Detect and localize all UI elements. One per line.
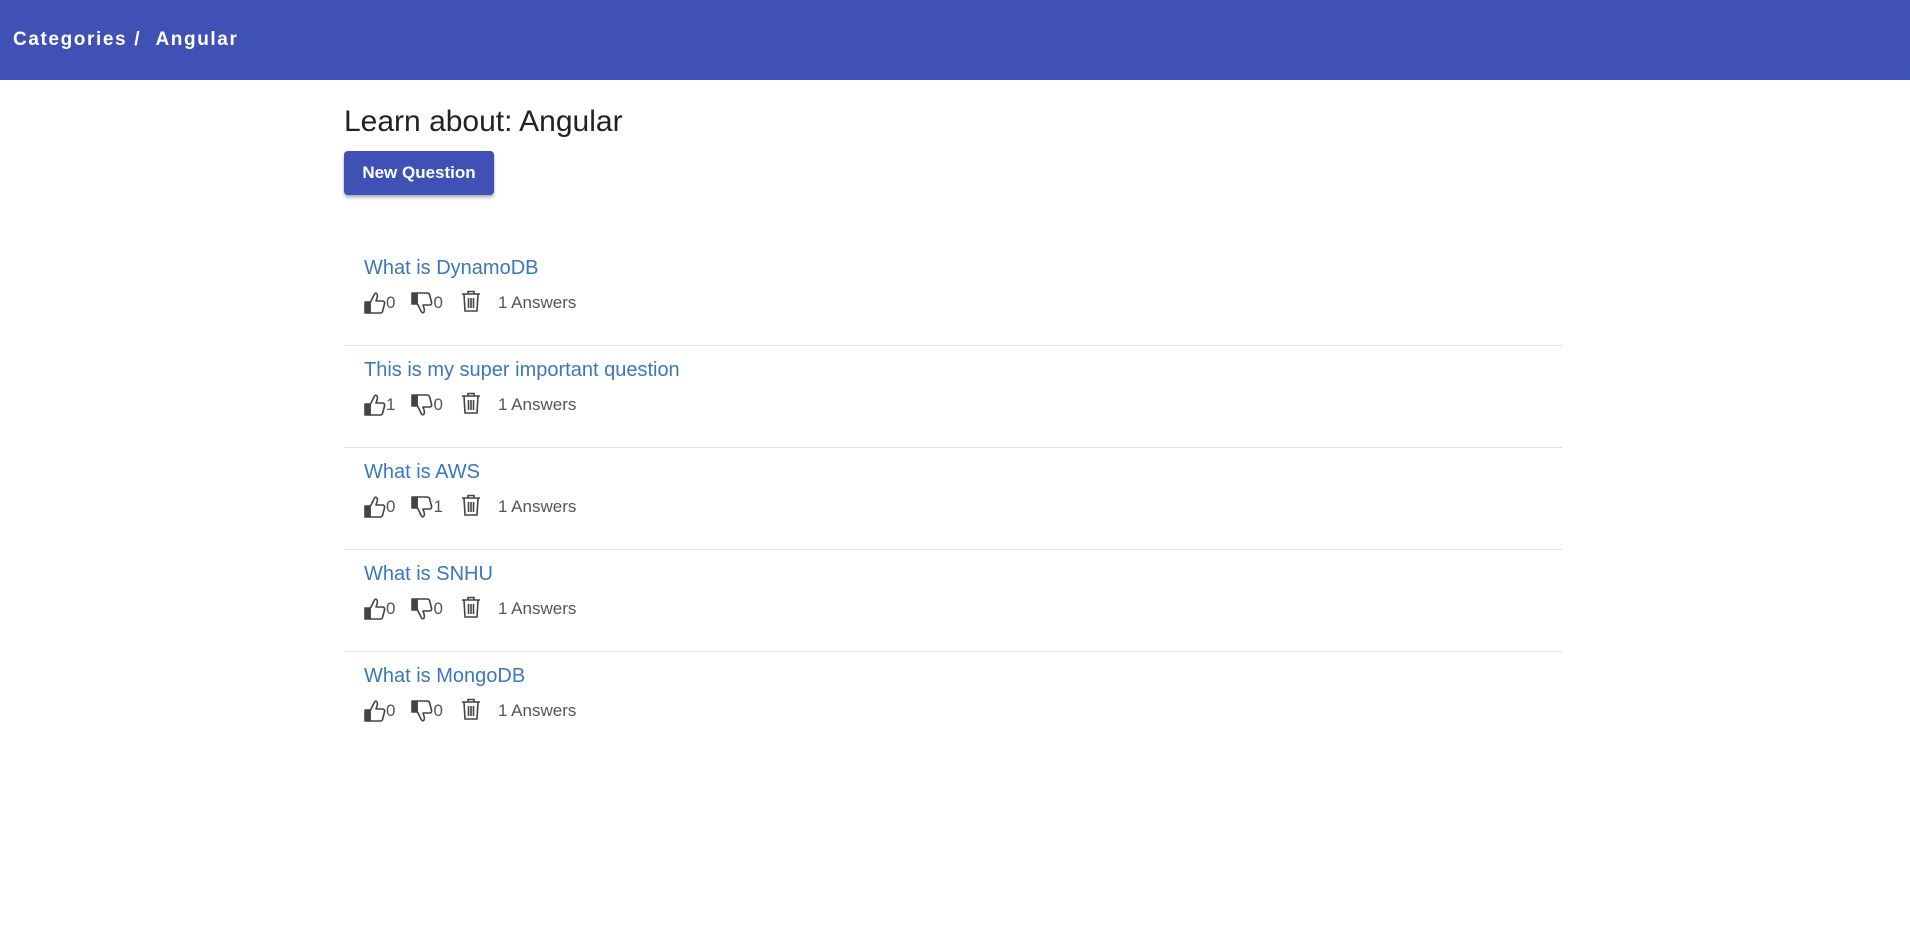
page-title: Learn about: Angular (344, 105, 623, 138)
trash-icon (461, 290, 481, 317)
question-meta: 0 1 1 Answers (364, 494, 1562, 520)
question-item: This is my super important question 1 0 … (344, 346, 1562, 448)
downvote-button[interactable]: 0 (411, 291, 443, 315)
delete-question-button[interactable] (461, 494, 481, 521)
question-link[interactable]: What is MongoDB (364, 663, 1562, 689)
thumbs-down-icon (411, 393, 433, 417)
delete-question-button[interactable] (461, 698, 481, 725)
thumbs-down-icon (411, 495, 433, 519)
thumbs-up-icon (364, 495, 386, 519)
question-item: What is MongoDB 0 0 1 Answers (344, 652, 1562, 754)
answers-count: 1 Answers (497, 701, 577, 720)
delete-question-button[interactable] (461, 290, 481, 317)
breadcrumb-categories-link[interactable]: Categories (13, 29, 127, 51)
answers-count: 1 Answers (497, 395, 577, 414)
breadcrumb: Categories / Angular (13, 29, 238, 51)
thumbs-down-icon (411, 291, 433, 315)
question-link[interactable]: What is DynamoDB (364, 255, 1562, 281)
trash-icon (461, 494, 481, 521)
thumbs-up-icon (364, 393, 386, 417)
upvote-count: 0 (386, 497, 396, 516)
breadcrumb-current: Angular (155, 29, 239, 50)
answers-count: 1 Answers (497, 293, 577, 312)
upvote-count: 0 (386, 599, 396, 618)
answers-count: 1 Answers (497, 497, 577, 516)
thumbs-down-icon (411, 699, 433, 723)
thumbs-up-icon (364, 291, 386, 315)
downvote-count: 0 (433, 701, 443, 720)
downvote-button[interactable]: 1 (411, 495, 443, 519)
question-link[interactable]: This is my super important question (364, 357, 1562, 383)
trash-icon (461, 698, 481, 725)
thumbs-down-icon (411, 597, 433, 621)
main-content: Learn about: Angular New Question What i… (344, 80, 1562, 722)
upvote-button[interactable]: 0 (364, 699, 395, 723)
upvote-count: 0 (386, 701, 396, 720)
question-meta: 0 0 1 Answers (364, 596, 1562, 622)
upvote-count: 0 (386, 293, 396, 312)
upvote-button[interactable]: 0 (364, 597, 395, 621)
question-link[interactable]: What is SNHU (364, 561, 1562, 587)
new-question-button[interactable]: New Question (344, 151, 494, 195)
downvote-count: 0 (433, 599, 443, 618)
top-toolbar: Categories / Angular (0, 0, 1910, 80)
upvote-button[interactable]: 0 (364, 291, 395, 315)
thumbs-up-icon (364, 597, 386, 621)
delete-question-button[interactable] (461, 392, 481, 419)
question-meta: 0 0 1 Answers (364, 290, 1562, 316)
downvote-count: 0 (433, 395, 443, 414)
question-item: What is AWS 0 1 1 Answers (344, 448, 1562, 550)
downvote-count: 1 (433, 497, 443, 516)
delete-question-button[interactable] (461, 596, 481, 623)
answers-count: 1 Answers (497, 599, 577, 618)
question-link[interactable]: What is AWS (364, 459, 1562, 485)
trash-icon (461, 392, 481, 419)
downvote-button[interactable]: 0 (411, 597, 443, 621)
breadcrumb-separator: / (134, 29, 140, 50)
question-item: What is DynamoDB 0 0 1 Answers (344, 244, 1562, 346)
downvote-count: 0 (433, 293, 443, 312)
upvote-button[interactable]: 0 (364, 495, 395, 519)
trash-icon (461, 596, 481, 623)
question-item: What is SNHU 0 0 1 Answers (344, 550, 1562, 652)
thumbs-up-icon (364, 699, 386, 723)
downvote-button[interactable]: 0 (411, 699, 443, 723)
question-list: What is DynamoDB 0 0 1 Answers This is m… (344, 244, 1562, 754)
upvote-button[interactable]: 1 (364, 393, 395, 417)
question-meta: 0 0 1 Answers (364, 698, 1562, 724)
downvote-button[interactable]: 0 (411, 393, 443, 417)
question-meta: 1 0 1 Answers (364, 392, 1562, 418)
upvote-count: 1 (386, 395, 396, 414)
